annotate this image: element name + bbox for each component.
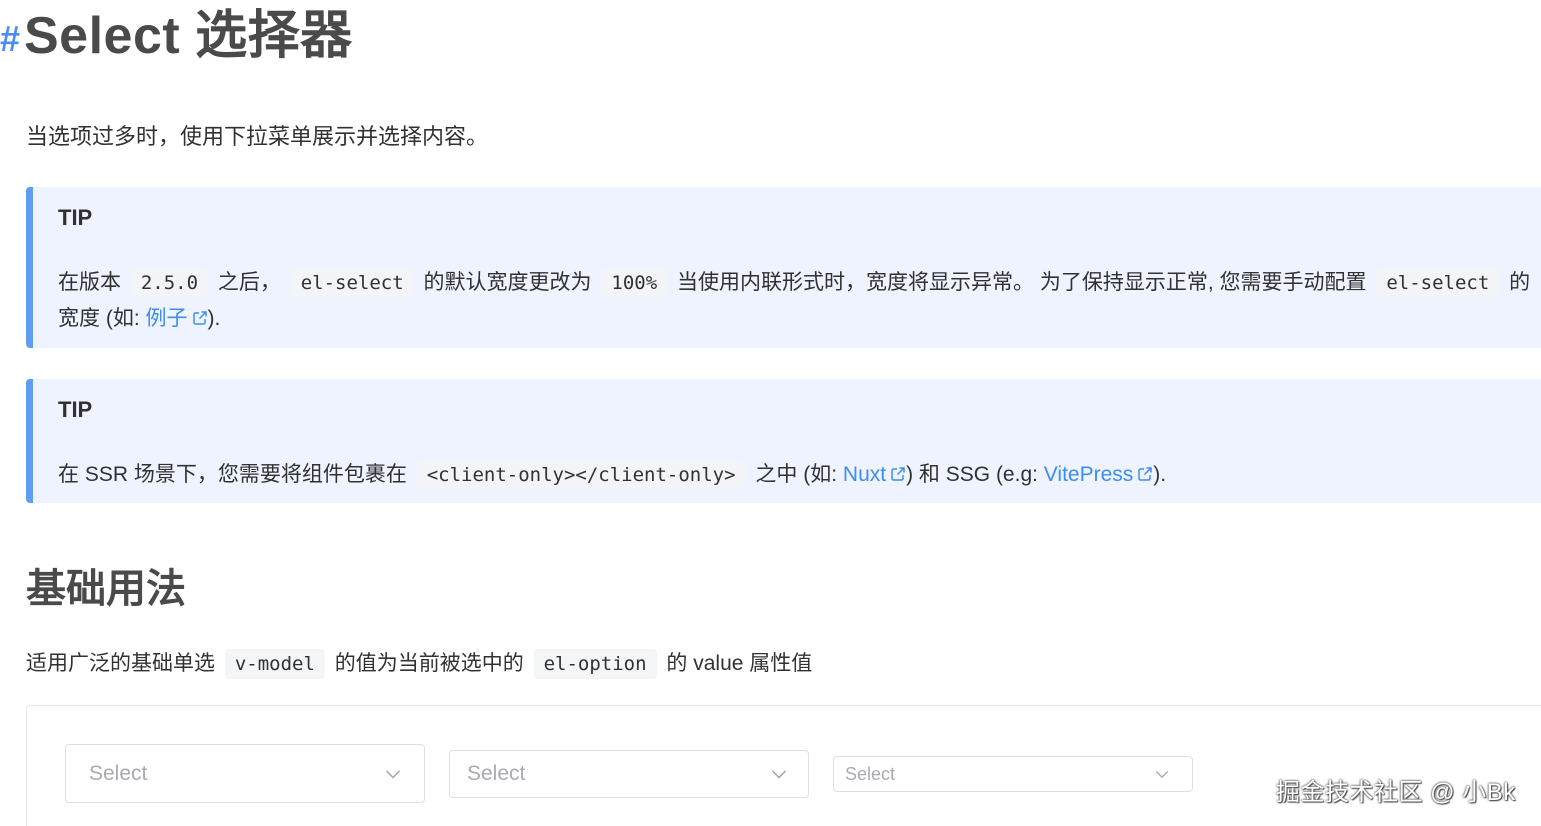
- tip-text: 的: [1509, 271, 1531, 294]
- demo-block: Select Select Select: [26, 705, 1541, 826]
- usage-text: 适用广泛的基础单选: [26, 652, 215, 675]
- tip-text: 在 SSR 场景下，您需要将组件包裹在: [58, 463, 407, 486]
- tip-block-width: TIP 在版本 2.5.0 之后， el-select 的默认宽度更改为 100…: [26, 187, 1541, 348]
- tip-text: 之中 (如:: [755, 463, 843, 486]
- basic-usage-description: 适用广泛的基础单选 v-model 的值为当前被选中的 el-option 的 …: [26, 647, 813, 679]
- external-link-icon: [1138, 467, 1153, 481]
- chevron-down-icon: [1155, 770, 1169, 779]
- inline-code: v-model: [224, 649, 325, 679]
- heading-anchor-link[interactable]: #: [0, 21, 24, 57]
- tip-text: 之后，: [217, 271, 281, 294]
- select-placeholder: Select: [89, 761, 148, 785]
- tip-title: TIP: [58, 205, 93, 230]
- page-description: 当选项过多时，使用下拉菜单展示并选择内容。: [26, 124, 489, 149]
- nuxt-link[interactable]: Nuxt: [843, 463, 906, 486]
- select-small[interactable]: Select: [833, 756, 1193, 792]
- tip-line-1: 在版本 2.5.0 之后， el-select 的默认宽度更改为 100% 当使…: [58, 265, 1541, 301]
- select-default[interactable]: Select: [449, 750, 809, 798]
- tip-line-2: 宽度 (如: 例子).: [58, 301, 1541, 336]
- inline-code: el-select: [290, 268, 414, 298]
- example-link-label: 例子: [145, 307, 188, 330]
- tip-text: 的默认宽度更改为: [423, 271, 592, 294]
- inline-code: 2.5.0: [130, 268, 209, 298]
- example-link[interactable]: 例子: [146, 307, 208, 330]
- external-link-icon: [891, 467, 905, 481]
- inline-code: el-option: [533, 649, 657, 679]
- doc-page: # Select 选择器 当选项过多时，使用下拉菜单展示并选择内容。 TIP 在…: [0, 0, 1541, 826]
- usage-text: 的值为当前被选中的: [334, 652, 524, 675]
- tip-text: 宽度 (如:: [58, 307, 146, 330]
- tip-text: 在版本: [58, 271, 121, 294]
- tip-title: TIP: [58, 397, 93, 422]
- select-large[interactable]: Select: [65, 744, 425, 803]
- tip-text: 当使用内联形式时，宽度将显示异常。 为了保持显示正常, 您需要手动配置: [676, 271, 1367, 294]
- tip-text: ) 和 SSG (e.g:: [906, 463, 1044, 486]
- tip-text: ).: [1153, 463, 1167, 486]
- nuxt-link-label: Nuxt: [842, 463, 887, 486]
- inline-code: <client-only></client-only>: [416, 460, 746, 490]
- chevron-down-icon: [771, 770, 787, 779]
- inline-code: el-select: [1376, 268, 1500, 298]
- section-heading-basic: 基础用法: [26, 567, 186, 611]
- tip-body: 在 SSR 场景下，您需要将组件包裹在 <client-only></clien…: [58, 457, 1541, 493]
- vitepress-link[interactable]: VitePress: [1044, 463, 1154, 486]
- page-title: Select 选择器: [24, 7, 353, 65]
- page-heading: # Select 选择器: [0, 0, 353, 72]
- tip-block-ssr: TIP 在 SSR 场景下，您需要将组件包裹在 <client-only></c…: [26, 379, 1541, 503]
- vitepress-link-label: VitePress: [1043, 463, 1134, 486]
- tip-body: 在版本 2.5.0 之后， el-select 的默认宽度更改为 100% 当使…: [58, 265, 1541, 336]
- external-link-icon: [192, 311, 207, 325]
- watermark: 掘金技术社区 @ 小Bk: [1276, 779, 1516, 806]
- tip-text: ).: [207, 307, 221, 330]
- chevron-down-icon: [385, 769, 401, 779]
- inline-code: 100%: [601, 268, 668, 298]
- select-placeholder: Select: [467, 762, 526, 785]
- select-placeholder: Select: [845, 763, 896, 784]
- usage-text: 的 value 属性值: [666, 652, 813, 675]
